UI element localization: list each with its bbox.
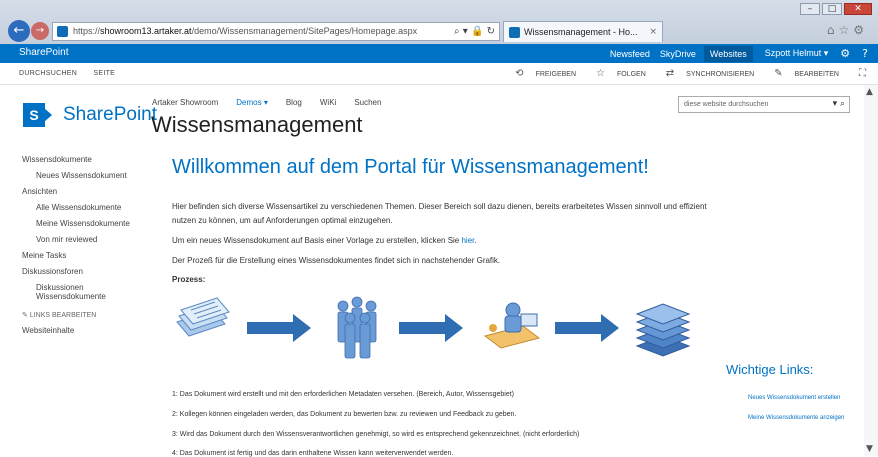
topnav-demos-label: Demos [236,98,262,107]
share-button[interactable]: ⟲ FREIGEBEN [505,68,576,79]
logo-text[interactable]: SharePoint [63,104,157,126]
intro-paragraph: Hier befinden sich diverse Wissensartike… [172,202,707,225]
topnav-suchen[interactable]: Suchen [354,98,381,107]
ribbon-actions: ⟲ FREIGEBEN ☆ FOLGEN ⇄ SYNCHRONISIEREN ✎ BEA… [495,68,868,79]
leftnav-reviewed[interactable]: Von mir reviewed [36,235,147,244]
topnav-blog[interactable]: Blog [286,98,302,107]
back-button[interactable]: ← [8,20,30,42]
leftnav-meine-tasks[interactable]: Meine Tasks [22,251,147,260]
suite-bar: SharePoint Newsfeed SkyDrive Websites Sz… [0,44,878,63]
close-window-button[interactable]: ✕ [844,3,872,15]
leftnav-diskussionsforen[interactable]: Diskussionsforen [22,267,147,276]
create-text: Um ein neues Wissensdokument auf Basis e… [172,236,462,245]
browser-tab[interactable]: Wissensmanagement - Ho... × [503,21,663,42]
search-icon[interactable]: ▾ ⌕ [833,97,845,112]
share-label: FREIGEBEN [535,71,577,78]
topnav-wiki[interactable]: WiKi [320,98,336,107]
pencil-icon: ✎ [774,68,783,79]
sharepoint-logo-icon[interactable]: S [23,103,45,127]
layer-stack-icon [635,303,691,357]
edit-links-label: LINKS BEARBEITEN [29,312,97,319]
edit-button[interactable]: ✎ BEARBEITEN [764,68,839,79]
process-step-1: 1: Das Dokument wird erstellt und mit de… [172,391,514,398]
process-step-2: 2: Kollegen können eingeladen werden, da… [172,411,517,418]
process-step-3: 3: Wird das Dokument durch den Wissensve… [172,431,580,438]
sync-label: SYNCHRONISIEREN [686,71,755,78]
tab-title: Wissensmanagement - Ho... [524,27,638,37]
suite-links: Newsfeed SkyDrive Websites Szpott Helmut… [600,44,868,63]
sync-button[interactable]: ⇄ SYNCHRONISIEREN [656,68,754,79]
suite-brand[interactable]: SharePoint [19,47,68,58]
arrow-right-icon [247,314,311,342]
document-stack-icon [176,297,230,337]
pencil-icon: ✎ [22,312,28,319]
approval-desk-icon [483,302,541,349]
process-heading: Prozess: [172,275,206,284]
left-navigation: Wissensdokumente Neues Wissensdokument A… [22,155,147,342]
gear-icon[interactable]: ⚙ [840,47,850,60]
suite-link-skydrive[interactable]: SkyDrive [660,49,696,59]
star-icon: ☆ [596,68,605,79]
process-paragraph: Der Prozeß für die Erstellung eines Wiss… [172,256,501,265]
vertical-scrollbar[interactable]: ▲ ▼ [864,85,878,456]
leftnav-meine[interactable]: Meine Wissensdokumente [36,219,147,228]
arrow-right-icon [399,314,463,342]
site-favicon-icon [57,26,68,37]
create-here-link[interactable]: hier [461,236,474,245]
leftnav-diskussionen[interactable]: Diskussionen Wissensdokumente [36,283,147,301]
people-group-icon [337,296,377,359]
suite-link-newsfeed[interactable]: Newsfeed [610,49,650,59]
follow-button[interactable]: ☆ FOLGEN [586,68,646,79]
scroll-down-icon[interactable]: ▼ [866,444,873,454]
address-host: showroom13.artaker.at [100,26,192,36]
share-icon: ⟲ [515,68,524,79]
welcome-heading: Willkommen auf dem Portal für Wissensman… [172,156,649,178]
tab-favicon-icon [509,27,520,38]
scroll-up-icon[interactable]: ▲ [866,87,873,97]
address-prefix: https:// [73,26,101,36]
address-bar[interactable]: https://showroom13.artaker.at/demo/Wisse… [52,22,500,41]
process-graphic [176,296,691,359]
top-navigation: Artaker Showroom Demos ▾ Blog WiKi Suche… [152,98,381,107]
help-icon[interactable]: ? [862,47,868,60]
address-bar-icons[interactable]: ⌕ ▾ 🔒 ↻ [454,23,495,40]
important-links-heading: Wichtige Links: [726,362,814,377]
ribbon-tab-seite[interactable]: SEITE [93,70,115,77]
ribbon-tabs: DURCHSUCHEN SEITE [19,70,129,77]
leftnav-ansichten[interactable]: Ansichten [22,187,147,196]
create-text-end: . [474,236,477,245]
browser-toolbar-icons[interactable]: ⌂☆⚙ [827,23,868,37]
site-title: Wissensmanagement [151,112,363,137]
create-paragraph: Um ein neues Wissensdokument auf Basis e… [172,234,727,248]
browser-window: – □ ✕ ← → https://showroom13.artaker.at/… [0,0,878,457]
topnav-artaker-showroom[interactable]: Artaker Showroom [152,98,218,107]
topnav-demos[interactable]: Demos ▾ [236,98,268,107]
edit-label: BEARBEITEN [794,71,839,78]
address-path: /demo/Wissensmanagement/SitePages/Homepa… [191,26,418,36]
edit-links-button[interactable]: ✎ LINKS BEARBEITEN [22,311,147,319]
leftnav-alle[interactable]: Alle Wissensdokumente [36,203,147,212]
leftnav-neues-wissensdokument[interactable]: Neues Wissensdokument [36,171,147,180]
tab-close-icon[interactable]: × [649,22,657,42]
ribbon-tab-durchsuchen[interactable]: DURCHSUCHEN [19,70,77,77]
maximize-button[interactable]: □ [822,3,842,15]
focus-icon[interactable]: ⛶ [849,68,868,79]
ribbon: DURCHSUCHEN SEITE ⟲ FREIGEBEN ☆ FOLGEN ⇄ SY… [0,63,878,85]
search-placeholder: diese website durchsuchen [684,101,769,108]
minimize-button[interactable]: – [800,3,820,15]
search-input[interactable]: diese website durchsuchen ▾ ⌕ [678,96,850,113]
browser-chrome: – □ ✕ ← → https://showroom13.artaker.at/… [0,0,878,44]
suite-link-websites[interactable]: Websites [703,45,753,62]
logo-arrow-icon [44,108,52,122]
forward-button[interactable]: → [31,22,49,40]
arrow-right-icon [555,314,619,342]
user-menu[interactable]: Szpott Helmut ▾ [765,48,829,59]
leftnav-websiteinhalte[interactable]: Websiteinhalte [22,326,147,335]
leftnav-wissensdokumente[interactable]: Wissensdokumente [22,155,147,164]
follow-label: FOLGEN [616,71,646,78]
link-my-documents[interactable]: Meine Wissensdokumente anzeigen [748,415,844,421]
link-new-document[interactable]: Neues Wissensdokument erstellen [748,395,840,401]
window-controls: – □ ✕ [800,3,872,15]
sync-icon: ⇄ [665,68,675,79]
